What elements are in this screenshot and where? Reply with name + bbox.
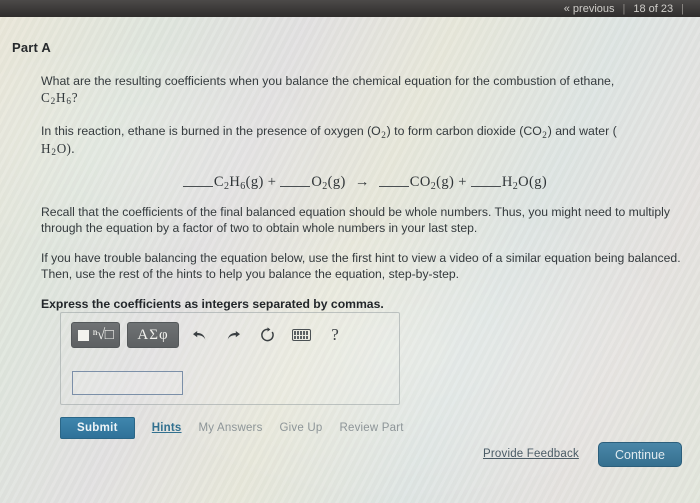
question-mark: ? (71, 89, 78, 105)
answer-input[interactable] (72, 371, 183, 395)
answer-instruction: Express the coefficients as integers sep… (41, 297, 384, 311)
water-formula: H2O). (41, 140, 75, 158)
question-statement: What are the resulting coefficients when… (41, 74, 689, 107)
equation-plus-2: + (458, 174, 467, 190)
reaction-description: In this reaction, ethane is burned in th… (41, 123, 689, 158)
math-template-button[interactable]: ⁿ√□ (71, 322, 120, 348)
previous-link[interactable]: « previous (564, 3, 615, 15)
provide-feedback-link[interactable]: Provide Feedback (483, 448, 579, 460)
coefficient-blank-2 (280, 186, 311, 187)
coefficient-blank-4 (470, 186, 501, 187)
ethane-formula: C2H6 (41, 89, 72, 107)
redo-icon[interactable] (220, 322, 246, 348)
reaction-description-part2: ) to form carbon dioxide (CO (386, 124, 542, 138)
topbar-separator-1: | (622, 2, 626, 15)
continue-button[interactable]: Continue (598, 442, 682, 467)
coefficient-blank-3 (378, 186, 409, 187)
review-part-link[interactable]: Review Part (339, 422, 403, 434)
answer-entry-panel: ⁿ√□ ΑΣφ ? (60, 312, 400, 405)
reaction-arrow-icon: → (354, 174, 370, 190)
page-title: Part A (12, 40, 52, 55)
coefficient-blank-1 (182, 186, 213, 187)
submit-button[interactable]: Submit (60, 417, 135, 439)
page-indicator: 18 of 23 (633, 2, 674, 15)
hints-link[interactable]: Hints (152, 422, 182, 434)
reaction-description-part3: ) and water ( (547, 124, 617, 138)
top-navigation-bar: « previous | 18 of 23 | (0, 0, 700, 17)
question-statement-text: What are the resulting coefficients when… (41, 74, 615, 88)
recall-note: Recall that the coefficients of the fina… (41, 205, 670, 235)
my-answers-link[interactable]: My Answers (199, 422, 263, 434)
problem-content: Part A What are the resulting coefficien… (0, 0, 700, 503)
math-toolbar: ⁿ√□ ΑΣφ ? (71, 321, 356, 349)
template-glyphs: ⁿ√□ (77, 326, 114, 343)
help-icon[interactable]: ? (322, 322, 348, 348)
equation-plus-1: + (267, 174, 277, 190)
reset-icon[interactable] (254, 322, 280, 348)
nth-root-icon: ⁿ√□ (92, 326, 114, 343)
reaction-description-part1: In this reaction, ethane is burned in th… (41, 124, 381, 138)
square-placeholder-icon (77, 329, 89, 341)
action-row: Submit Hints My Answers Give Up Review P… (60, 417, 404, 439)
undo-icon[interactable] (186, 322, 212, 348)
greek-symbols-button[interactable]: ΑΣφ (127, 322, 179, 348)
give-up-link[interactable]: Give Up (280, 422, 323, 434)
question-body: What are the resulting coefficients when… (41, 74, 689, 322)
chemical-equation: C2H6(g) + O2(g) → CO2(g) + H2O(g) (41, 174, 689, 192)
keyboard-icon[interactable] (288, 322, 314, 348)
topbar-separator-2: | (681, 2, 684, 15)
keyboard-glyph (291, 329, 311, 341)
hint-note: If you have trouble balancing the equati… (41, 251, 681, 281)
